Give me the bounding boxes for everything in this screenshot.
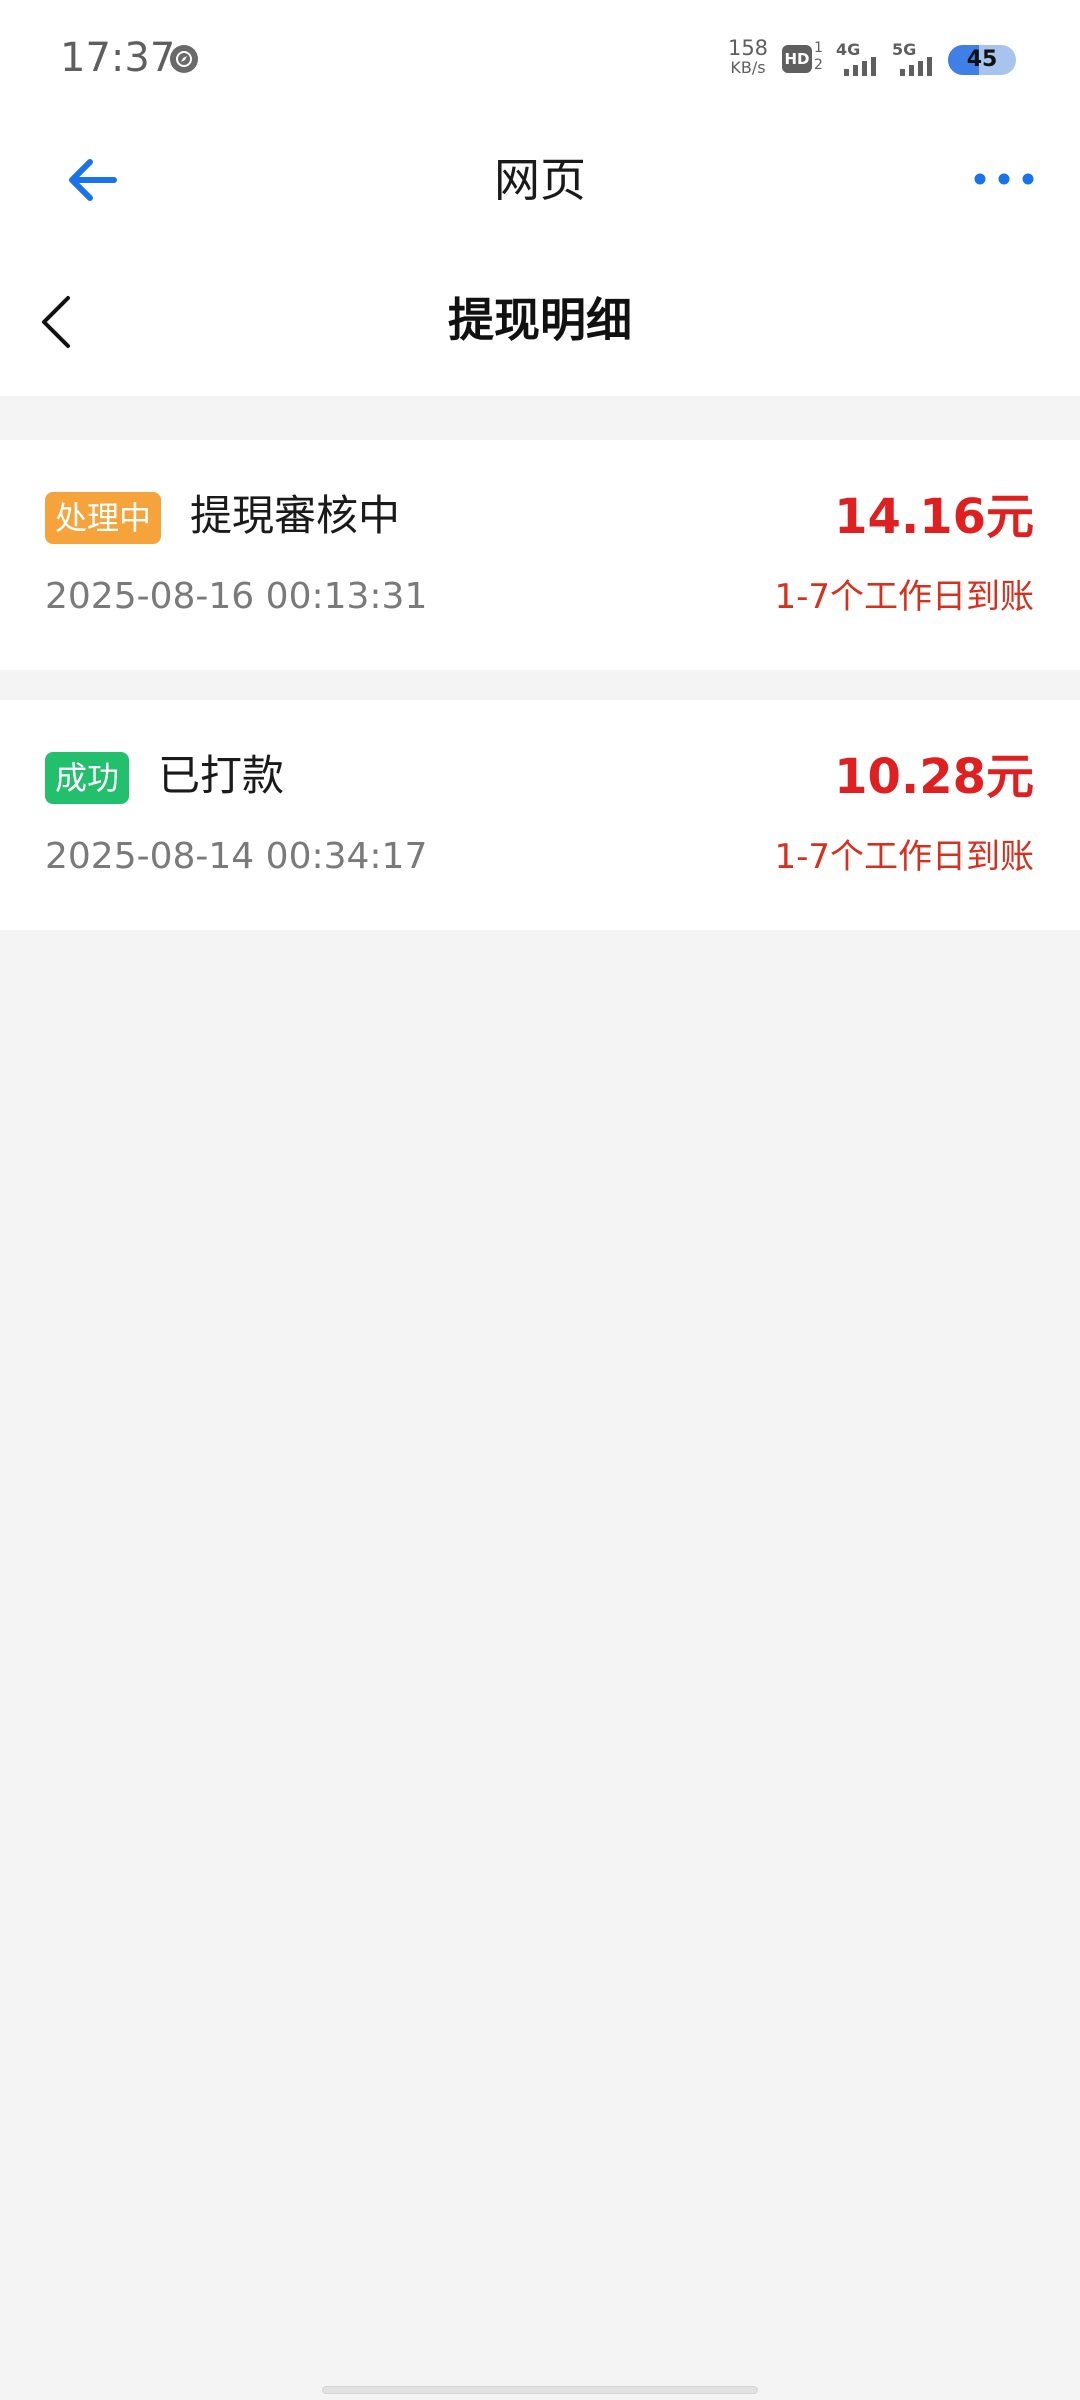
status-bar: 17:37 158 KB/s HD 1 2 4G 5G 45 bbox=[0, 0, 1080, 120]
record-eta: 1-7个工作日到账 bbox=[774, 837, 1034, 877]
network-speed: 158 KB/s bbox=[722, 38, 774, 78]
record-amount: 10.28元 bbox=[834, 749, 1034, 805]
battery-icon: 45 bbox=[948, 45, 1016, 75]
hd-sim-top: 1 bbox=[814, 40, 823, 56]
record-title: 提現審核中 bbox=[190, 491, 401, 540]
browser-title: 网页 bbox=[494, 153, 586, 207]
battery-level: 45 bbox=[966, 47, 998, 72]
page-header: 提现明细 bbox=[0, 240, 1080, 396]
status-badge: 处理中 bbox=[45, 492, 162, 544]
arrow-left-icon[interactable] bbox=[62, 150, 122, 210]
withdrawal-record[interactable]: 处理中 提現審核中 14.16元 2025-08-16 00:13:31 1-7… bbox=[0, 440, 1080, 670]
signal-bars bbox=[844, 57, 876, 76]
record-amount: 14.16元 bbox=[834, 489, 1034, 545]
page-title: 提现明细 bbox=[448, 293, 632, 347]
signal-5g-icon: 5G bbox=[892, 40, 940, 76]
withdrawal-record[interactable]: 成功 已打款 10.28元 2025-08-14 00:34:17 1-7个工作… bbox=[0, 700, 1080, 930]
record-eta: 1-7个工作日到账 bbox=[774, 577, 1034, 617]
hd-sim-indicator: 1 2 bbox=[814, 40, 823, 74]
signal-bars bbox=[900, 57, 932, 76]
signal-4g-icon: 4G bbox=[836, 40, 884, 76]
record-time: 2025-08-14 00:34:17 bbox=[45, 836, 428, 877]
hd-sim-bottom: 2 bbox=[814, 57, 823, 73]
compass-icon bbox=[170, 45, 198, 73]
record-title: 已打款 bbox=[158, 751, 285, 800]
status-time: 17:37 bbox=[60, 35, 176, 81]
browser-toolbar: 网页 bbox=[0, 120, 1080, 240]
chevron-left-icon[interactable] bbox=[36, 292, 76, 352]
network-speed-unit: KB/s bbox=[730, 58, 766, 77]
hd-icon: HD bbox=[782, 45, 812, 73]
network-speed-value: 158 bbox=[727, 36, 769, 60]
home-indicator[interactable] bbox=[322, 2386, 758, 2394]
more-dots-icon[interactable] bbox=[972, 164, 1036, 194]
record-time: 2025-08-16 00:13:31 bbox=[45, 576, 428, 617]
status-badge: 成功 bbox=[45, 752, 130, 804]
